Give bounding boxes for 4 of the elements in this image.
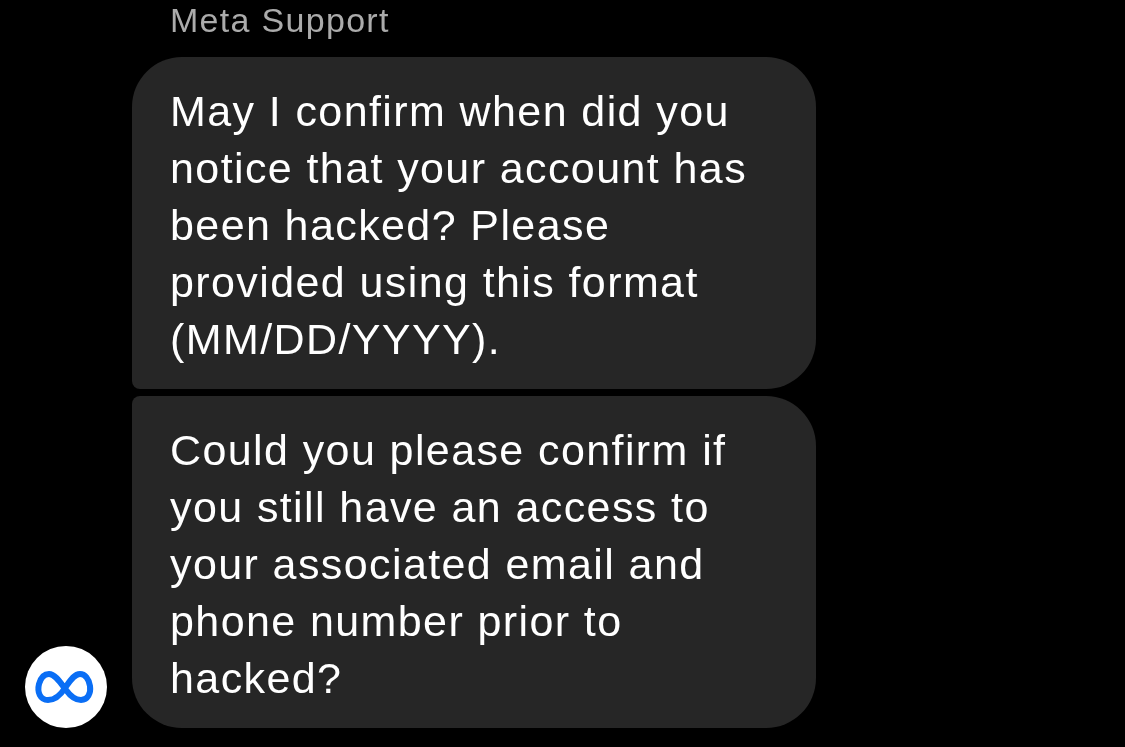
message-text: Could you please confirm if you still have an access to your associated email and phone number prior to hacked?: [170, 425, 728, 704]
infinity-logo-avatar-icon[interactable]: [25, 646, 107, 728]
message-text: May I confirm when did you notice that your account has been hacked? Please provided using this format (MM/DD/YYYY).: [170, 86, 749, 365]
sender-name: Meta Support: [170, 0, 390, 40]
